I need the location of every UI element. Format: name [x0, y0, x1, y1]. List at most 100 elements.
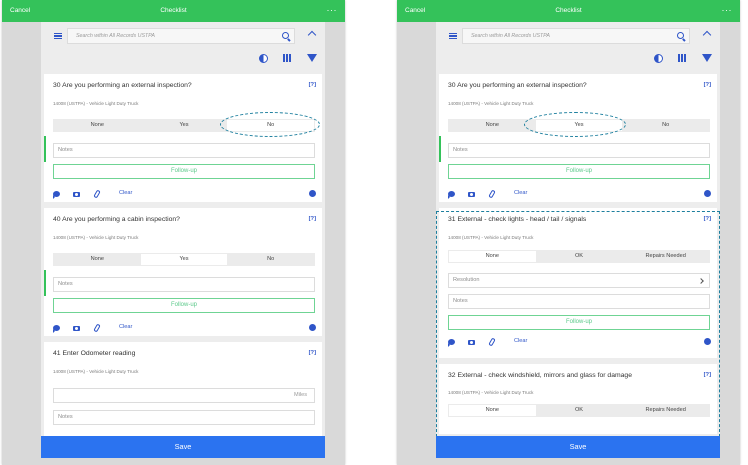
help-icon[interactable]: [?]: [309, 350, 316, 356]
question-title: 30 Are you performing an external inspec…: [448, 82, 587, 89]
option-no[interactable]: No: [227, 120, 315, 131]
option-none[interactable]: None: [54, 120, 141, 131]
filter-icon[interactable]: [307, 54, 317, 62]
question-subtitle: 14008 (USTPA) - Vehicle Light Duty Truck: [448, 101, 534, 106]
chevron-right-icon: [698, 278, 704, 284]
paperclip-icon[interactable]: [488, 337, 496, 347]
save-button[interactable]: Save: [41, 436, 325, 458]
paperclip-icon[interactable]: [488, 189, 496, 199]
option-none[interactable]: None: [449, 251, 536, 262]
question-subtitle: 14008 (USTPA) - Vehicle Light Duty Truck: [53, 235, 139, 240]
option-no[interactable]: No: [622, 120, 709, 131]
option-yes[interactable]: Yes: [141, 120, 228, 131]
question-card-31: 31 External - check lights - head / tail…: [439, 208, 717, 358]
filter-icon[interactable]: [702, 54, 712, 62]
list-icon[interactable]: [54, 33, 62, 39]
search-input[interactable]: Search within All Records USTPA: [462, 28, 690, 44]
option-repairs-needed[interactable]: Repairs Needed: [622, 251, 709, 262]
phone-screen-right: Cancel Checklist ··· Search within All R…: [397, 0, 740, 465]
checklist-content[interactable]: Search within All Records USTPA 30 Are y…: [436, 22, 720, 437]
clear-button[interactable]: Clear: [514, 190, 527, 196]
search-input[interactable]: Search within All Records USTPA: [67, 28, 295, 44]
option-yes[interactable]: Yes: [140, 254, 228, 265]
contrast-toggle-icon[interactable]: [654, 54, 663, 63]
follow-up-button[interactable]: Follow-up: [53, 164, 315, 179]
help-icon[interactable]: [?]: [704, 216, 711, 222]
option-none[interactable]: None: [54, 254, 141, 265]
camera-icon[interactable]: [468, 192, 475, 197]
help-icon[interactable]: [?]: [309, 82, 316, 88]
info-icon[interactable]: [704, 190, 711, 197]
contrast-toggle-icon[interactable]: [259, 54, 268, 63]
option-no[interactable]: No: [227, 254, 314, 265]
checklist-content[interactable]: Search within All Records USTPA 30 Are y…: [41, 22, 325, 437]
question-subtitle: 14008 (USTPA) - Vehicle Light Duty Truck: [448, 235, 534, 240]
odometer-input[interactable]: Miles: [53, 388, 315, 403]
toolbar: [245, 52, 325, 64]
comment-icon[interactable]: [448, 339, 455, 347]
camera-icon[interactable]: [73, 192, 80, 197]
info-icon[interactable]: [309, 324, 316, 331]
answered-indicator: [44, 270, 46, 296]
option-yes[interactable]: Yes: [535, 120, 623, 131]
action-row: Clear: [53, 189, 316, 199]
follow-up-button[interactable]: Follow-up: [53, 298, 315, 313]
more-menu-icon[interactable]: ···: [327, 5, 338, 15]
action-row: Clear: [53, 323, 316, 333]
notes-field[interactable]: Notes: [53, 277, 315, 292]
option-ok[interactable]: OK: [536, 405, 623, 416]
save-button[interactable]: Save: [436, 436, 720, 458]
notes-field[interactable]: Notes: [53, 410, 315, 425]
option-none[interactable]: None: [449, 120, 536, 131]
clear-button[interactable]: Clear: [119, 324, 132, 330]
question-title: 32 External - check windshield, mirrors …: [448, 372, 632, 379]
resolution-label: Resolution: [453, 277, 480, 283]
notes-field[interactable]: Notes: [53, 143, 315, 158]
answer-options: None Yes No: [53, 119, 315, 132]
follow-up-button[interactable]: Follow-up: [448, 315, 710, 330]
columns-icon[interactable]: [678, 54, 686, 62]
question-title: 31 External - check lights - head / tail…: [448, 216, 587, 223]
help-icon[interactable]: [?]: [704, 372, 711, 378]
notes-field[interactable]: Notes: [448, 294, 710, 309]
page-title: Checklist: [555, 7, 582, 14]
follow-up-button[interactable]: Follow-up: [448, 164, 710, 179]
info-icon[interactable]: [309, 190, 316, 197]
paperclip-icon[interactable]: [93, 323, 101, 333]
toolbar: [640, 52, 720, 64]
clear-button[interactable]: Clear: [119, 190, 132, 196]
paperclip-icon[interactable]: [93, 189, 101, 199]
help-icon[interactable]: [?]: [309, 216, 316, 222]
chevron-up-icon[interactable]: [702, 30, 712, 40]
answer-options: None OK Repairs Needed: [448, 250, 710, 263]
camera-icon[interactable]: [468, 340, 475, 345]
option-none[interactable]: None: [449, 405, 536, 416]
columns-icon[interactable]: [283, 54, 291, 62]
answer-options: None OK Repairs Needed: [448, 404, 710, 417]
search-placeholder: Search within All Records USTPA: [471, 33, 550, 39]
camera-icon[interactable]: [73, 326, 80, 331]
info-icon[interactable]: [704, 338, 711, 345]
search-icon[interactable]: [677, 32, 684, 39]
top-bar: Cancel Checklist ···: [2, 0, 345, 22]
question-card-30: 30 Are you performing an external inspec…: [44, 74, 322, 202]
answered-indicator: [439, 136, 441, 162]
unit-label: Miles: [293, 392, 307, 398]
notes-field[interactable]: Notes: [448, 143, 710, 158]
resolution-field[interactable]: Resolution: [448, 273, 710, 288]
question-card-41: 41 Enter Odometer reading [?] 14008 (UST…: [44, 342, 322, 437]
option-repairs-needed[interactable]: Repairs Needed: [622, 405, 709, 416]
help-icon[interactable]: [?]: [704, 82, 711, 88]
search-row: Search within All Records USTPA: [41, 28, 325, 44]
search-row: Search within All Records USTPA: [436, 28, 720, 44]
more-menu-icon[interactable]: ···: [722, 5, 733, 15]
answer-options: None Yes No: [53, 253, 315, 266]
chevron-up-icon[interactable]: [307, 30, 317, 40]
clear-button[interactable]: Clear: [514, 338, 527, 344]
list-icon[interactable]: [449, 33, 457, 39]
search-icon[interactable]: [282, 32, 289, 39]
option-ok[interactable]: OK: [536, 251, 623, 262]
comment-icon[interactable]: [53, 191, 60, 199]
comment-icon[interactable]: [448, 191, 455, 199]
comment-icon[interactable]: [53, 325, 60, 333]
